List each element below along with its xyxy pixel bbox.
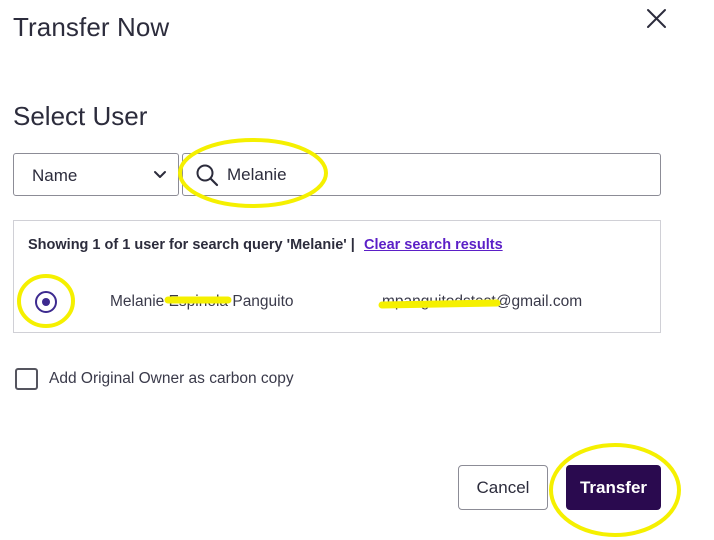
user-result-email: mpanguitodstest@gmail.com (382, 293, 583, 310)
clear-search-results-link[interactable]: Clear search results (364, 237, 503, 253)
close-button[interactable] (644, 6, 670, 32)
user-search-input[interactable] (227, 160, 647, 190)
chevron-down-icon (154, 171, 166, 178)
user-search-box (182, 153, 661, 196)
carbon-copy-checkbox[interactable] (15, 368, 38, 390)
user-select-radio[interactable] (35, 291, 57, 313)
cancel-button[interactable]: Cancel (458, 465, 548, 510)
carbon-copy-label: Add Original Owner as carbon copy (49, 370, 294, 387)
dialog-title: Transfer Now (13, 12, 170, 42)
transfer-button[interactable]: Transfer (566, 465, 661, 510)
search-icon (196, 164, 219, 187)
search-field-select[interactable]: Name (13, 153, 179, 196)
radio-selected-dot (42, 298, 50, 306)
results-summary: Showing 1 of 1 user for search query 'Me… (28, 237, 355, 253)
user-result-name: Melanie Espinola Panguito (110, 293, 294, 310)
close-icon (647, 9, 666, 28)
search-results-panel: Showing 1 of 1 user for search query 'Me… (13, 220, 661, 333)
select-user-heading: Select User (13, 101, 148, 131)
search-field-select-value: Name (32, 166, 78, 185)
